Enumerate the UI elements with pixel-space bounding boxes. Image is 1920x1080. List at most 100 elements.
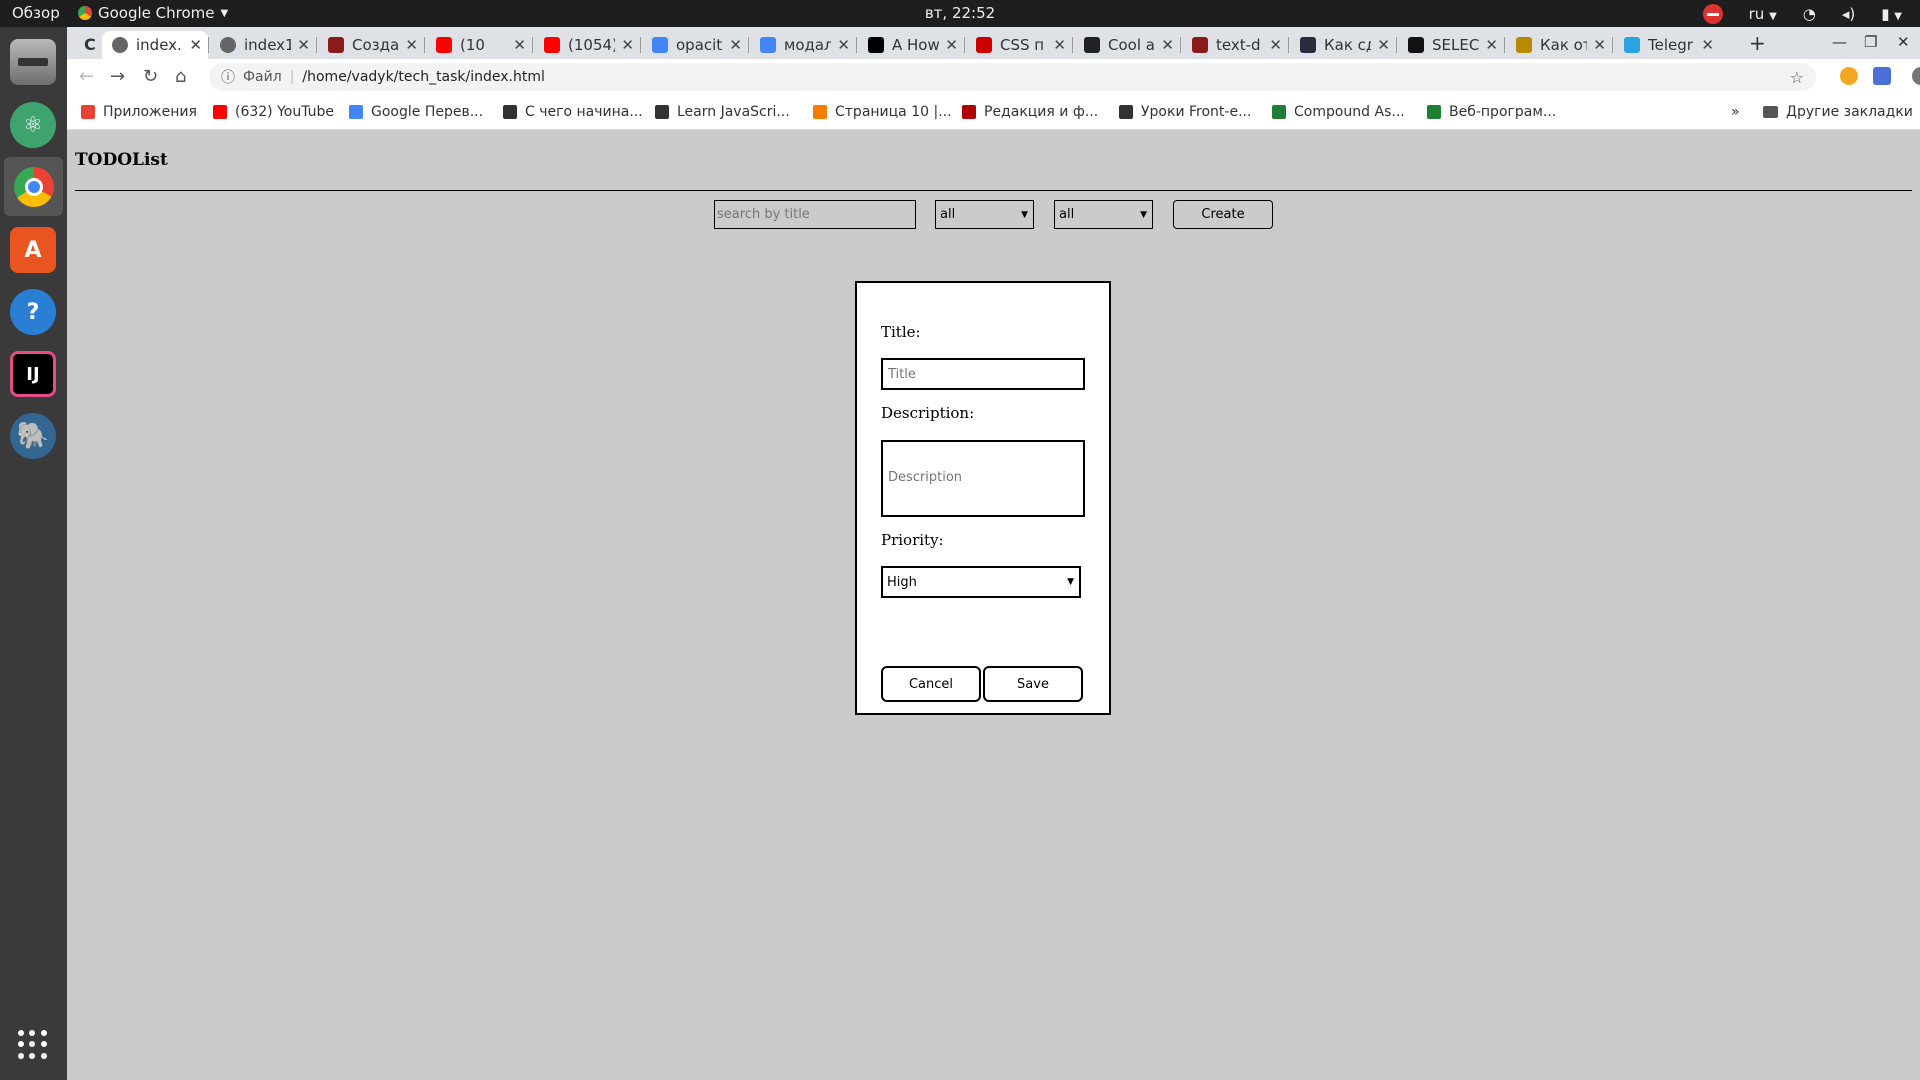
bookmark-item[interactable]: С чего начина...: [503, 104, 643, 120]
google-icon: [760, 37, 776, 53]
wifi-icon[interactable]: ◔: [1803, 5, 1816, 23]
close-tab-icon[interactable]: ✕: [1053, 36, 1066, 54]
other-bookmarks-label: Другие закладки: [1786, 104, 1913, 120]
apps-grid-icon: [81, 105, 95, 119]
files-icon[interactable]: [10, 39, 56, 85]
extension-icon[interactable]: [1873, 67, 1891, 85]
status-filter-select[interactable]: all ▼: [935, 200, 1034, 229]
bookmark-star-icon[interactable]: ☆: [1790, 68, 1804, 87]
close-tab-icon[interactable]: ✕: [729, 36, 742, 54]
bookmark-item[interactable]: Learn JavaScri...: [655, 104, 790, 120]
minimize-button[interactable]: —: [1832, 33, 1847, 51]
browser-tab[interactable]: text-d ✕: [1182, 31, 1288, 59]
close-tab-icon[interactable]: ✕: [405, 36, 418, 54]
activities-button[interactable]: Обзор: [12, 4, 60, 22]
create-button[interactable]: Create: [1173, 200, 1273, 229]
tab-separator: [1396, 37, 1397, 53]
close-tab-icon[interactable]: ✕: [1701, 36, 1714, 54]
show-applications-icon[interactable]: [18, 1030, 48, 1060]
extension-icon[interactable]: [1840, 67, 1858, 85]
bookmark-item[interactable]: Приложения: [81, 104, 197, 120]
close-tab-icon[interactable]: ✕: [621, 36, 634, 54]
do-not-disturb-icon[interactable]: [1702, 4, 1723, 24]
bookmark-favicon-icon: [813, 105, 827, 119]
bookmark-item[interactable]: Редакция и ф...: [962, 104, 1098, 120]
title-input[interactable]: [881, 358, 1085, 390]
chrome-icon[interactable]: [4, 157, 63, 216]
close-tab-icon[interactable]: ✕: [1269, 36, 1282, 54]
maximize-button[interactable]: ❐: [1864, 33, 1877, 51]
bookmark-item[interactable]: Веб-програм...: [1427, 104, 1556, 120]
bookmark-label: С чего начина...: [525, 104, 643, 120]
url-text: /home/vadyk/tech_task/index.html: [302, 69, 545, 85]
description-textarea[interactable]: [881, 440, 1085, 517]
close-tab-icon[interactable]: ✕: [1377, 36, 1390, 54]
atom-icon[interactable]: ⚛: [10, 102, 56, 148]
close-tab-icon[interactable]: ✕: [513, 36, 526, 54]
priority-filter-select[interactable]: all ▼: [1054, 200, 1153, 229]
codepen-icon: [1408, 37, 1424, 53]
address-bar[interactable]: ⓘ Файл | /home/vadyk/tech_task/index.htm…: [209, 63, 1816, 91]
browser-tab[interactable]: CSS п ✕: [966, 31, 1072, 59]
browser-tab[interactable]: модал ✕: [750, 31, 856, 59]
search-input[interactable]: [714, 200, 916, 229]
info-icon[interactable]: ⓘ: [221, 67, 235, 87]
close-tab-icon[interactable]: ✕: [189, 36, 202, 54]
save-button[interactable]: Save: [983, 666, 1083, 702]
browser-tab[interactable]: A How ✕: [858, 31, 964, 59]
other-bookmarks[interactable]: Другие закладки: [1763, 104, 1913, 120]
close-tab-icon[interactable]: ✕: [1485, 36, 1498, 54]
language-indicator[interactable]: ru ▼: [1749, 5, 1777, 23]
description-label: Description:: [881, 404, 975, 422]
forward-icon[interactable]: →: [110, 66, 125, 87]
browser-tab[interactable]: Telegr ✕: [1614, 31, 1720, 59]
tab-title: Созда: [352, 36, 400, 54]
browser-tab[interactable]: Как от ✕: [1506, 31, 1612, 59]
cancel-button[interactable]: Cancel: [881, 666, 981, 702]
intellij-icon[interactable]: IJ: [10, 351, 56, 397]
app-name: Google Chrome: [98, 4, 215, 22]
help-icon[interactable]: ?: [10, 289, 56, 335]
close-tab-icon[interactable]: ✕: [297, 36, 310, 54]
profile-avatar[interactable]: [1912, 67, 1920, 85]
fi-icon: [1084, 37, 1100, 53]
close-tab-icon[interactable]: ✕: [1161, 36, 1174, 54]
back-icon[interactable]: ←: [79, 66, 94, 87]
volume-icon[interactable]: ◂): [1842, 5, 1855, 23]
bookmark-item[interactable]: Страница 10 |...: [813, 104, 952, 120]
browser-tab[interactable]: Как сд ✕: [1290, 31, 1396, 59]
bookmark-item[interactable]: Google Перев...: [349, 104, 483, 120]
app-menu[interactable]: Google Chrome ▼: [78, 4, 228, 22]
close-tab-icon[interactable]: ✕: [1593, 36, 1606, 54]
reload-icon[interactable]: ↻: [143, 66, 158, 87]
postgres-icon[interactable]: 🐘: [10, 413, 56, 459]
browser-tab[interactable]: index.l ✕: [102, 31, 208, 59]
browser-tab[interactable]: Cool a ✕: [1074, 31, 1180, 59]
more-bookmarks-button[interactable]: »: [1731, 104, 1740, 120]
priority-select[interactable]: High ▼: [881, 566, 1081, 598]
title-label: Title:: [881, 323, 921, 341]
bookmark-item[interactable]: (632) YouTube: [213, 104, 334, 120]
close-window-button[interactable]: ✕: [1897, 33, 1910, 51]
status-filter-value: all: [940, 207, 956, 222]
browser-tab[interactable]: (1054) ✕: [534, 31, 640, 59]
new-tab-button[interactable]: +: [1749, 31, 1766, 55]
chrome-icon: [78, 6, 92, 20]
bookmark-item[interactable]: Уроки Front-e...: [1119, 104, 1251, 120]
browser-tab[interactable]: opacit ✕: [642, 31, 748, 59]
software-center-icon[interactable]: A: [10, 227, 56, 273]
close-tab-icon[interactable]: ✕: [945, 36, 958, 54]
browser-tab[interactable]: (10 ✕: [426, 31, 532, 59]
browser-tab[interactable]: index1 ✕: [210, 31, 316, 59]
browser-tab[interactable]: Созда ✕: [318, 31, 424, 59]
clock[interactable]: вт, 22:52: [925, 4, 995, 22]
home-icon[interactable]: ⌂: [175, 66, 186, 87]
close-tab-icon[interactable]: ✕: [837, 36, 850, 54]
tab-separator: [532, 37, 533, 53]
browser-tab[interactable]: SELEC ✕: [1398, 31, 1504, 59]
battery-icon[interactable]: ▮ ▼: [1881, 5, 1902, 23]
youtube-icon: [544, 37, 560, 53]
bookmark-favicon-icon: [503, 105, 517, 119]
bookmark-item[interactable]: Compound As...: [1272, 104, 1405, 120]
tab-title: Telegr: [1648, 36, 1693, 54]
